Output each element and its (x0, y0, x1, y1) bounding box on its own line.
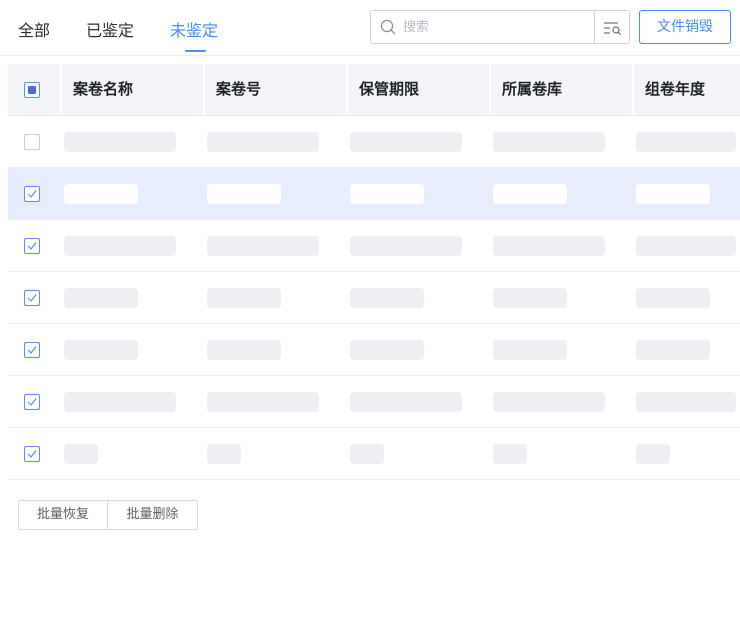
cell-placeholder (350, 288, 424, 308)
cell-placeholder (493, 340, 567, 360)
bulk-restore-button[interactable]: 批量恢复 (18, 500, 108, 530)
cell-placeholder (636, 444, 670, 464)
cell-placeholder (207, 132, 319, 152)
search-box (370, 10, 595, 44)
check-icon (27, 398, 37, 406)
cell-placeholder (207, 340, 281, 360)
column-header-name[interactable]: 案卷名称 (60, 64, 203, 115)
row-checkbox[interactable] (24, 394, 40, 410)
row-checkbox[interactable] (24, 186, 40, 202)
cell-placeholder (207, 288, 281, 308)
top-bar: 全部 已鉴定 未鉴定 文件销毁 (0, 0, 740, 56)
cell-placeholder (350, 444, 384, 464)
tab-appraised[interactable]: 已鉴定 (86, 20, 134, 42)
column-header-year[interactable]: 组卷年度 (632, 64, 740, 115)
row-checkbox[interactable] (24, 446, 40, 462)
cell-placeholder (636, 392, 736, 412)
row-checkbox[interactable] (24, 342, 40, 358)
tab-all[interactable]: 全部 (18, 20, 50, 42)
table-row[interactable] (8, 428, 740, 480)
cell-placeholder (207, 236, 319, 256)
cell-placeholder (64, 132, 176, 152)
bulk-delete-button[interactable]: 批量删除 (108, 500, 198, 530)
column-header-library[interactable]: 所属卷库 (489, 64, 632, 115)
cell-placeholder (207, 444, 241, 464)
table-row[interactable] (8, 220, 740, 272)
destroy-files-button[interactable]: 文件销毁 (639, 10, 731, 44)
cell-placeholder (636, 340, 710, 360)
cell-placeholder (64, 392, 176, 412)
cell-placeholder (350, 236, 462, 256)
select-all-checkbox[interactable] (24, 82, 40, 98)
cell-placeholder (207, 392, 319, 412)
cell-placeholder (493, 288, 567, 308)
cell-placeholder (636, 288, 710, 308)
cell-placeholder (64, 340, 138, 360)
cell-placeholder (493, 392, 605, 412)
bulk-actions: 批量恢复 批量删除 (18, 500, 198, 530)
table-row[interactable] (8, 168, 740, 220)
table-row[interactable] (8, 376, 740, 428)
cell-placeholder (493, 236, 605, 256)
filter-search-icon (604, 22, 621, 35)
active-tab-indicator (185, 50, 206, 52)
check-icon (27, 346, 37, 354)
row-checkbox[interactable] (24, 290, 40, 306)
check-icon (27, 190, 37, 198)
cell-placeholder (636, 236, 736, 256)
table-header: 案卷名称 案卷号 保管期限 所属卷库 组卷年度 (8, 64, 740, 116)
cell-placeholder (64, 444, 98, 464)
cell-placeholder (493, 444, 527, 464)
search-input[interactable] (403, 16, 583, 38)
cell-placeholder (350, 184, 424, 204)
column-header-number[interactable]: 案卷号 (203, 64, 346, 115)
cell-placeholder (493, 184, 567, 204)
table-row[interactable] (8, 116, 740, 168)
cell-placeholder (64, 236, 176, 256)
row-checkbox[interactable] (24, 134, 40, 150)
cell-placeholder (350, 392, 462, 412)
cell-placeholder (350, 340, 424, 360)
cell-placeholder (64, 184, 138, 204)
search-icon (380, 19, 396, 35)
check-icon (27, 242, 37, 250)
cell-placeholder (64, 288, 138, 308)
cell-placeholder (493, 132, 605, 152)
cell-placeholder (636, 132, 736, 152)
check-icon (27, 450, 37, 458)
row-checkbox[interactable] (24, 238, 40, 254)
tab-unappraised[interactable]: 未鉴定 (170, 20, 218, 42)
column-header-retention[interactable]: 保管期限 (346, 64, 489, 115)
cell-placeholder (350, 132, 462, 152)
table-row[interactable] (8, 272, 740, 324)
cell-placeholder (636, 184, 710, 204)
check-icon (27, 294, 37, 302)
cell-placeholder (207, 184, 281, 204)
table-row[interactable] (8, 324, 740, 376)
filter-search-button[interactable] (594, 10, 630, 44)
